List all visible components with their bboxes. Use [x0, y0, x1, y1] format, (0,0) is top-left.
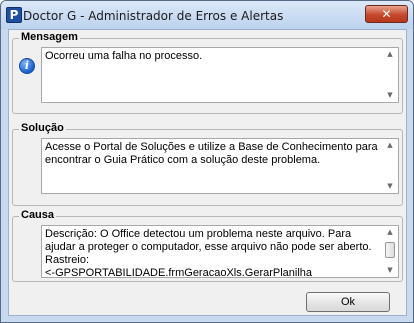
scroll-up-arrow-icon[interactable]: ▲	[382, 226, 398, 239]
dialog-window: P Doctor G - Administrador de Erros e Al…	[0, 0, 414, 323]
close-button[interactable]: ✕	[365, 5, 408, 23]
info-icon: i	[19, 58, 35, 74]
scroll-down-arrow-icon[interactable]: ▼	[382, 89, 398, 102]
mensagem-scrollbar[interactable]: ▲ ▼	[382, 48, 398, 102]
causa-group: Causa Descrição: O Office detectou um pr…	[12, 209, 403, 282]
solucao-scrollbar[interactable]: ▲ ▼	[382, 139, 398, 193]
causa-textbox[interactable]: Descrição: O Office detectou um problema…	[41, 225, 399, 278]
solucao-label: Solução	[19, 122, 66, 134]
mensagem-text: Ocorreu uma falha no processo.	[45, 50, 203, 62]
scroll-down-arrow-icon[interactable]: ▼	[382, 180, 398, 193]
solucao-group: Solução Acesse o Portal de Soluções e ut…	[12, 122, 403, 206]
causa-label: Causa	[19, 209, 57, 221]
title-bar[interactable]: P Doctor G - Administrador de Erros e Al…	[1, 1, 413, 29]
scroll-up-arrow-icon[interactable]: ▲	[382, 48, 398, 61]
ok-button[interactable]: Ok	[306, 292, 390, 312]
dialog-body: Mensagem i Ocorreu uma falha no processo…	[8, 29, 407, 316]
scroll-up-arrow-icon[interactable]: ▲	[382, 139, 398, 152]
solucao-textbox[interactable]: Acesse o Portal de Soluções e utilize a …	[41, 138, 399, 194]
scroll-thumb[interactable]	[385, 242, 395, 258]
causa-text: Descrição: O Office detectou um problema…	[45, 228, 372, 276]
solucao-text: Acesse o Portal de Soluções e utilize a …	[45, 141, 381, 166]
window-title: Doctor G - Administrador de Erros e Aler…	[23, 9, 284, 23]
app-icon: P	[6, 7, 22, 23]
mensagem-group: Mensagem i Ocorreu uma falha no processo…	[12, 31, 403, 114]
causa-scrollbar[interactable]: ▲ ▼	[382, 226, 398, 277]
mensagem-textbox[interactable]: Ocorreu uma falha no processo. ▲ ▼	[41, 47, 399, 103]
scroll-down-arrow-icon[interactable]: ▼	[382, 264, 398, 277]
mensagem-label: Mensagem	[19, 31, 80, 43]
